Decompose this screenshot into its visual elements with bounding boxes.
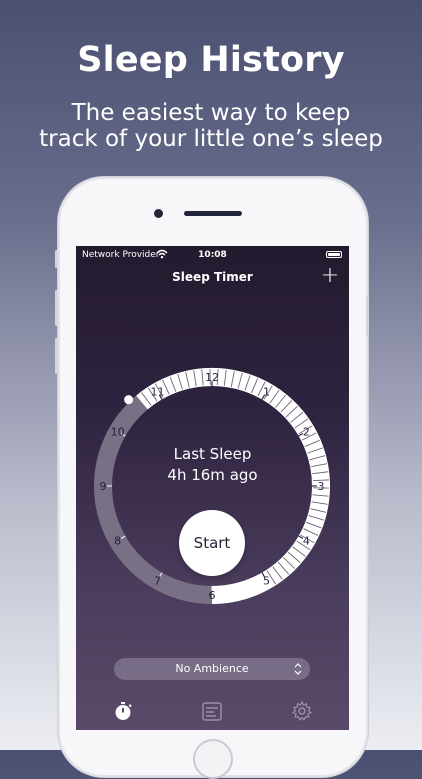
hour-label: 8 [114,535,121,548]
camera-icon [154,209,163,218]
segment-start-handle[interactable] [124,395,133,404]
last-sleep-label: Last Sleep [76,445,349,463]
app-screen: Network Provider 10:08 Sleep Timer + 121… [76,246,349,730]
promo-subhead-line1: The easiest way to keep [0,100,422,126]
promo-headline: Sleep History [0,40,422,80]
hour-label: 11 [151,386,165,399]
last-sleep-time: 4h 16m ago [76,466,349,484]
start-button[interactable]: Start [179,510,245,576]
promo-subhead-line2: track of your little one’s sleep [0,126,422,152]
gear-icon[interactable] [291,700,313,722]
hour-label: 12 [205,371,219,384]
speaker-grille [184,211,242,216]
hour-label: 2 [303,426,310,439]
home-button [193,739,233,779]
promo-subhead: The easiest way to keep track of your li… [0,100,422,152]
hour-label: 6 [209,589,216,602]
side-button-volume-up [55,290,58,326]
ambience-label: No Ambience [175,662,248,675]
side-button-mute [55,250,58,268]
hour-label: 1 [263,386,270,399]
chevron-updown-icon [294,658,302,689]
tab-bar [76,690,349,730]
side-button-volume-down [55,338,58,374]
hour-label: 4 [303,535,310,548]
hour-label: 10 [111,426,125,439]
hour-label: 5 [263,574,270,587]
list-icon[interactable] [201,700,223,722]
hour-label: 7 [154,574,161,587]
side-button-power [366,296,369,336]
stopwatch-icon[interactable] [112,700,134,722]
ambience-selector[interactable]: No Ambience [114,658,310,680]
